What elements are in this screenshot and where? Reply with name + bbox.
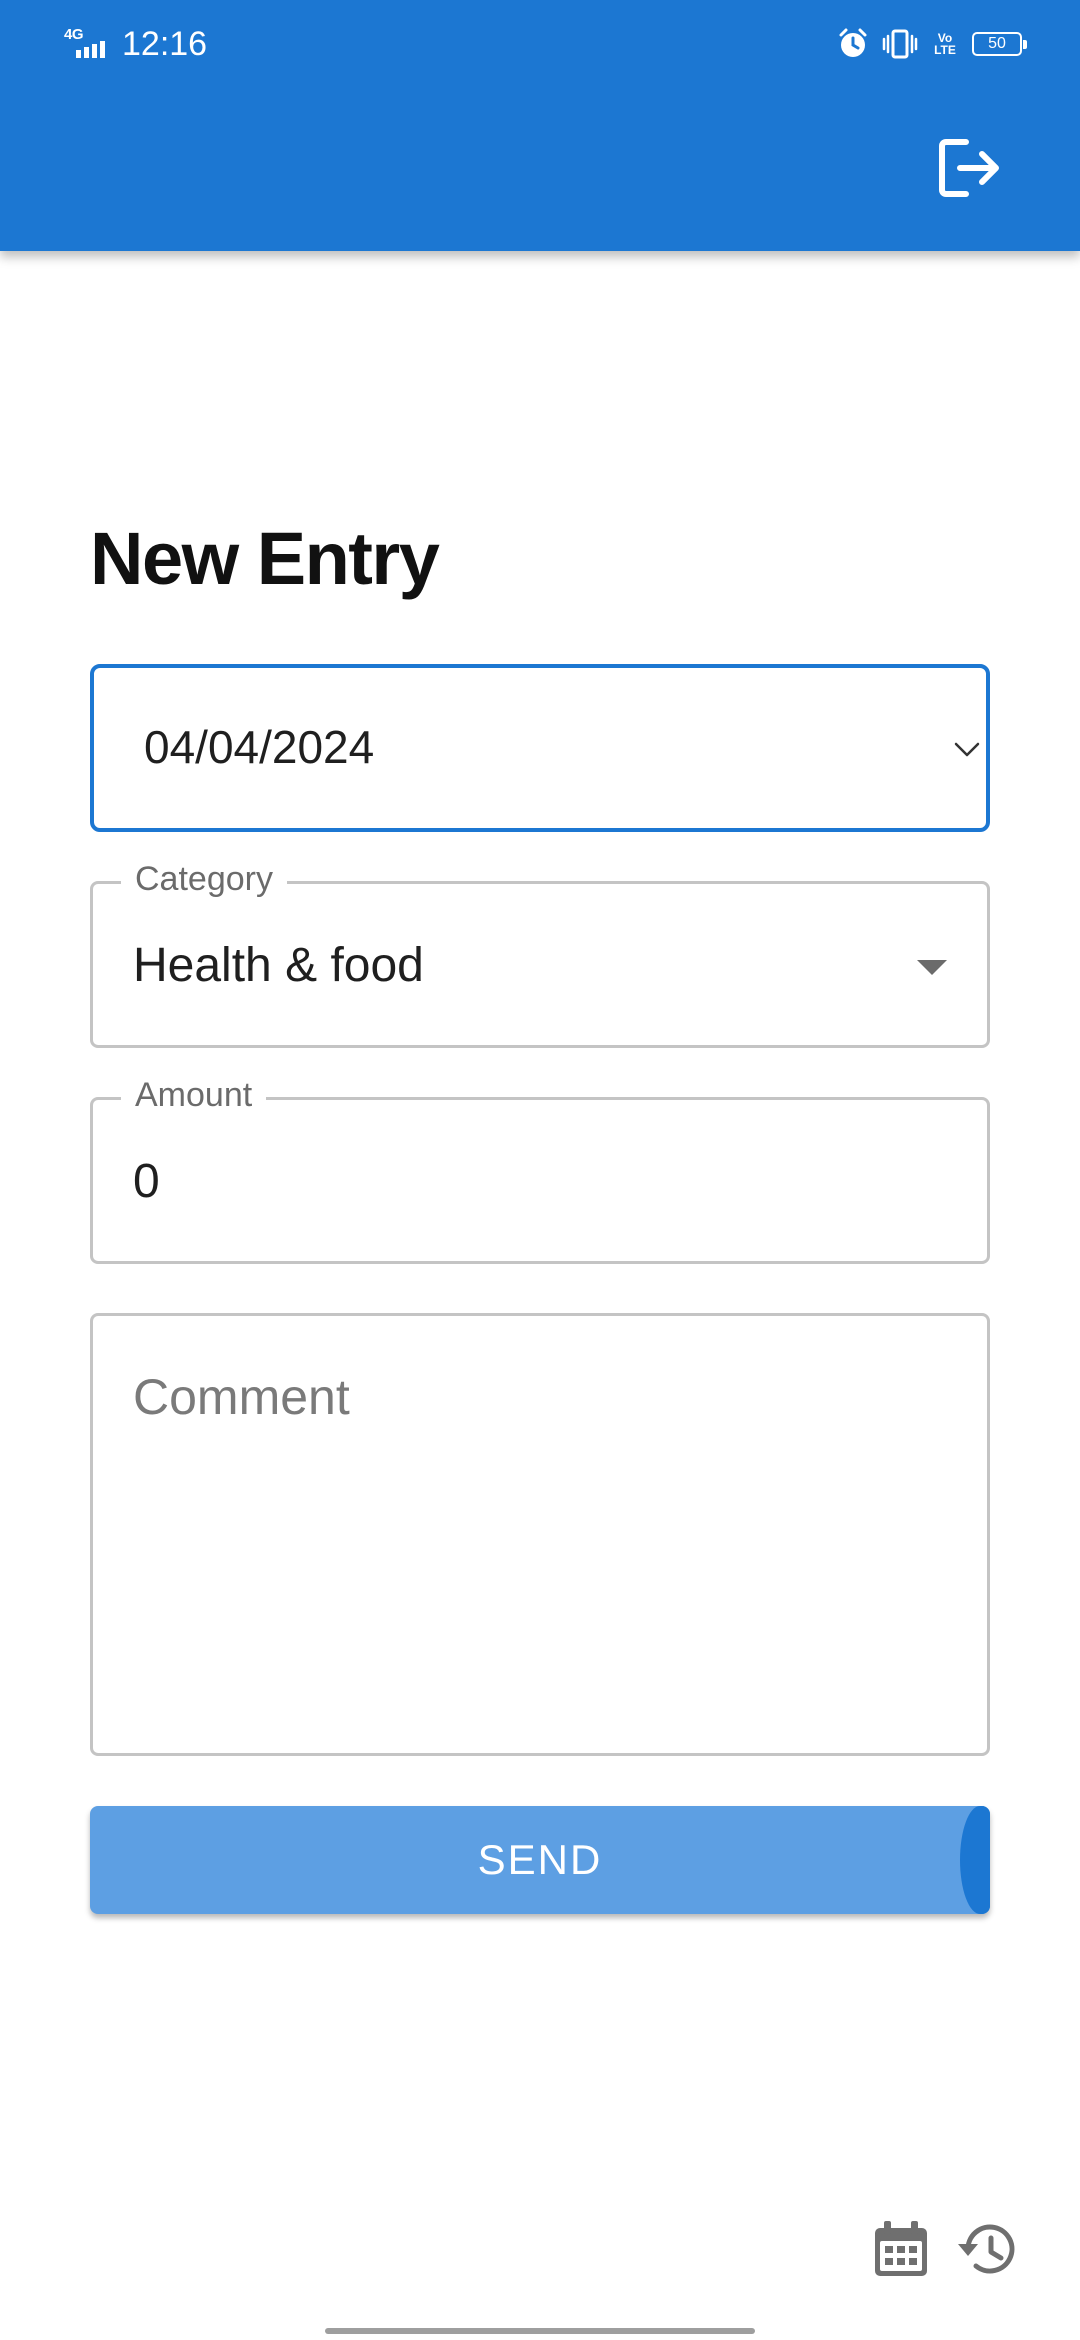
category-label: Category (121, 860, 287, 899)
battery-icon: 50 (972, 32, 1027, 56)
battery-level: 50 (988, 35, 1006, 52)
home-indicator[interactable] (325, 2328, 755, 2334)
amount-value: 0 (133, 1155, 160, 1208)
status-bar: 4G 12:16 Vo LTE 50 (0, 0, 1080, 88)
date-input[interactable]: 04/04/2024 (90, 664, 990, 832)
amount-input[interactable]: Amount 0 (90, 1076, 990, 1264)
date-value: 04/04/2024 (144, 721, 375, 773)
history-button[interactable] (956, 2218, 1020, 2282)
signal-icon: 4G (62, 24, 114, 64)
vibrate-icon (882, 29, 918, 59)
send-button-label: SEND (477, 1836, 603, 1883)
comment-placeholder: Comment (133, 1369, 350, 1425)
logout-icon (939, 139, 999, 197)
app-bar: 4G 12:16 Vo LTE 50 (0, 0, 1080, 251)
page-title: New Entry (90, 517, 440, 600)
history-icon (958, 2224, 1015, 2274)
alarm-icon (839, 28, 867, 57)
logout-button[interactable] (936, 136, 1004, 200)
amount-label: Amount (121, 1076, 267, 1115)
status-right: Vo LTE 50 (836, 22, 1027, 66)
status-left: 4G 12:16 (62, 22, 207, 66)
comment-textarea[interactable]: Comment (90, 1313, 990, 1756)
send-button[interactable]: SEND (90, 1806, 990, 1914)
chevron-down-icon[interactable] (952, 738, 982, 760)
category-value: Health & food (133, 939, 424, 992)
calendar-icon (875, 2221, 927, 2276)
volte-indicator: Vo LTE (934, 31, 956, 57)
calendar-button[interactable] (869, 2218, 933, 2282)
category-select[interactable]: Category Health & food (90, 860, 990, 1048)
dropdown-arrow-icon (917, 960, 947, 975)
status-time: 12:16 (122, 24, 208, 63)
